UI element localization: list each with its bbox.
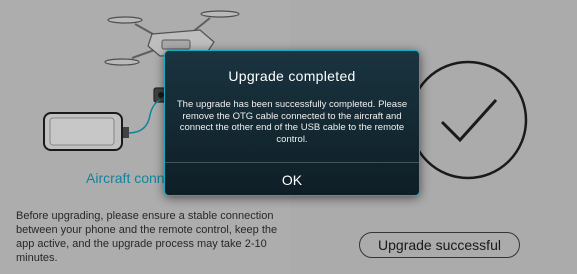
dialog-message: The upgrade has been successfully comple…	[176, 99, 408, 145]
ok-button[interactable]: OK	[165, 163, 419, 195]
dialog-title: Upgrade completed	[228, 68, 356, 84]
upgrade-complete-dialog: Upgrade completed The upgrade has been s…	[164, 50, 420, 196]
firmware-upgrade-screen: Aircraft connected Before upgrading, ple…	[0, 0, 577, 274]
